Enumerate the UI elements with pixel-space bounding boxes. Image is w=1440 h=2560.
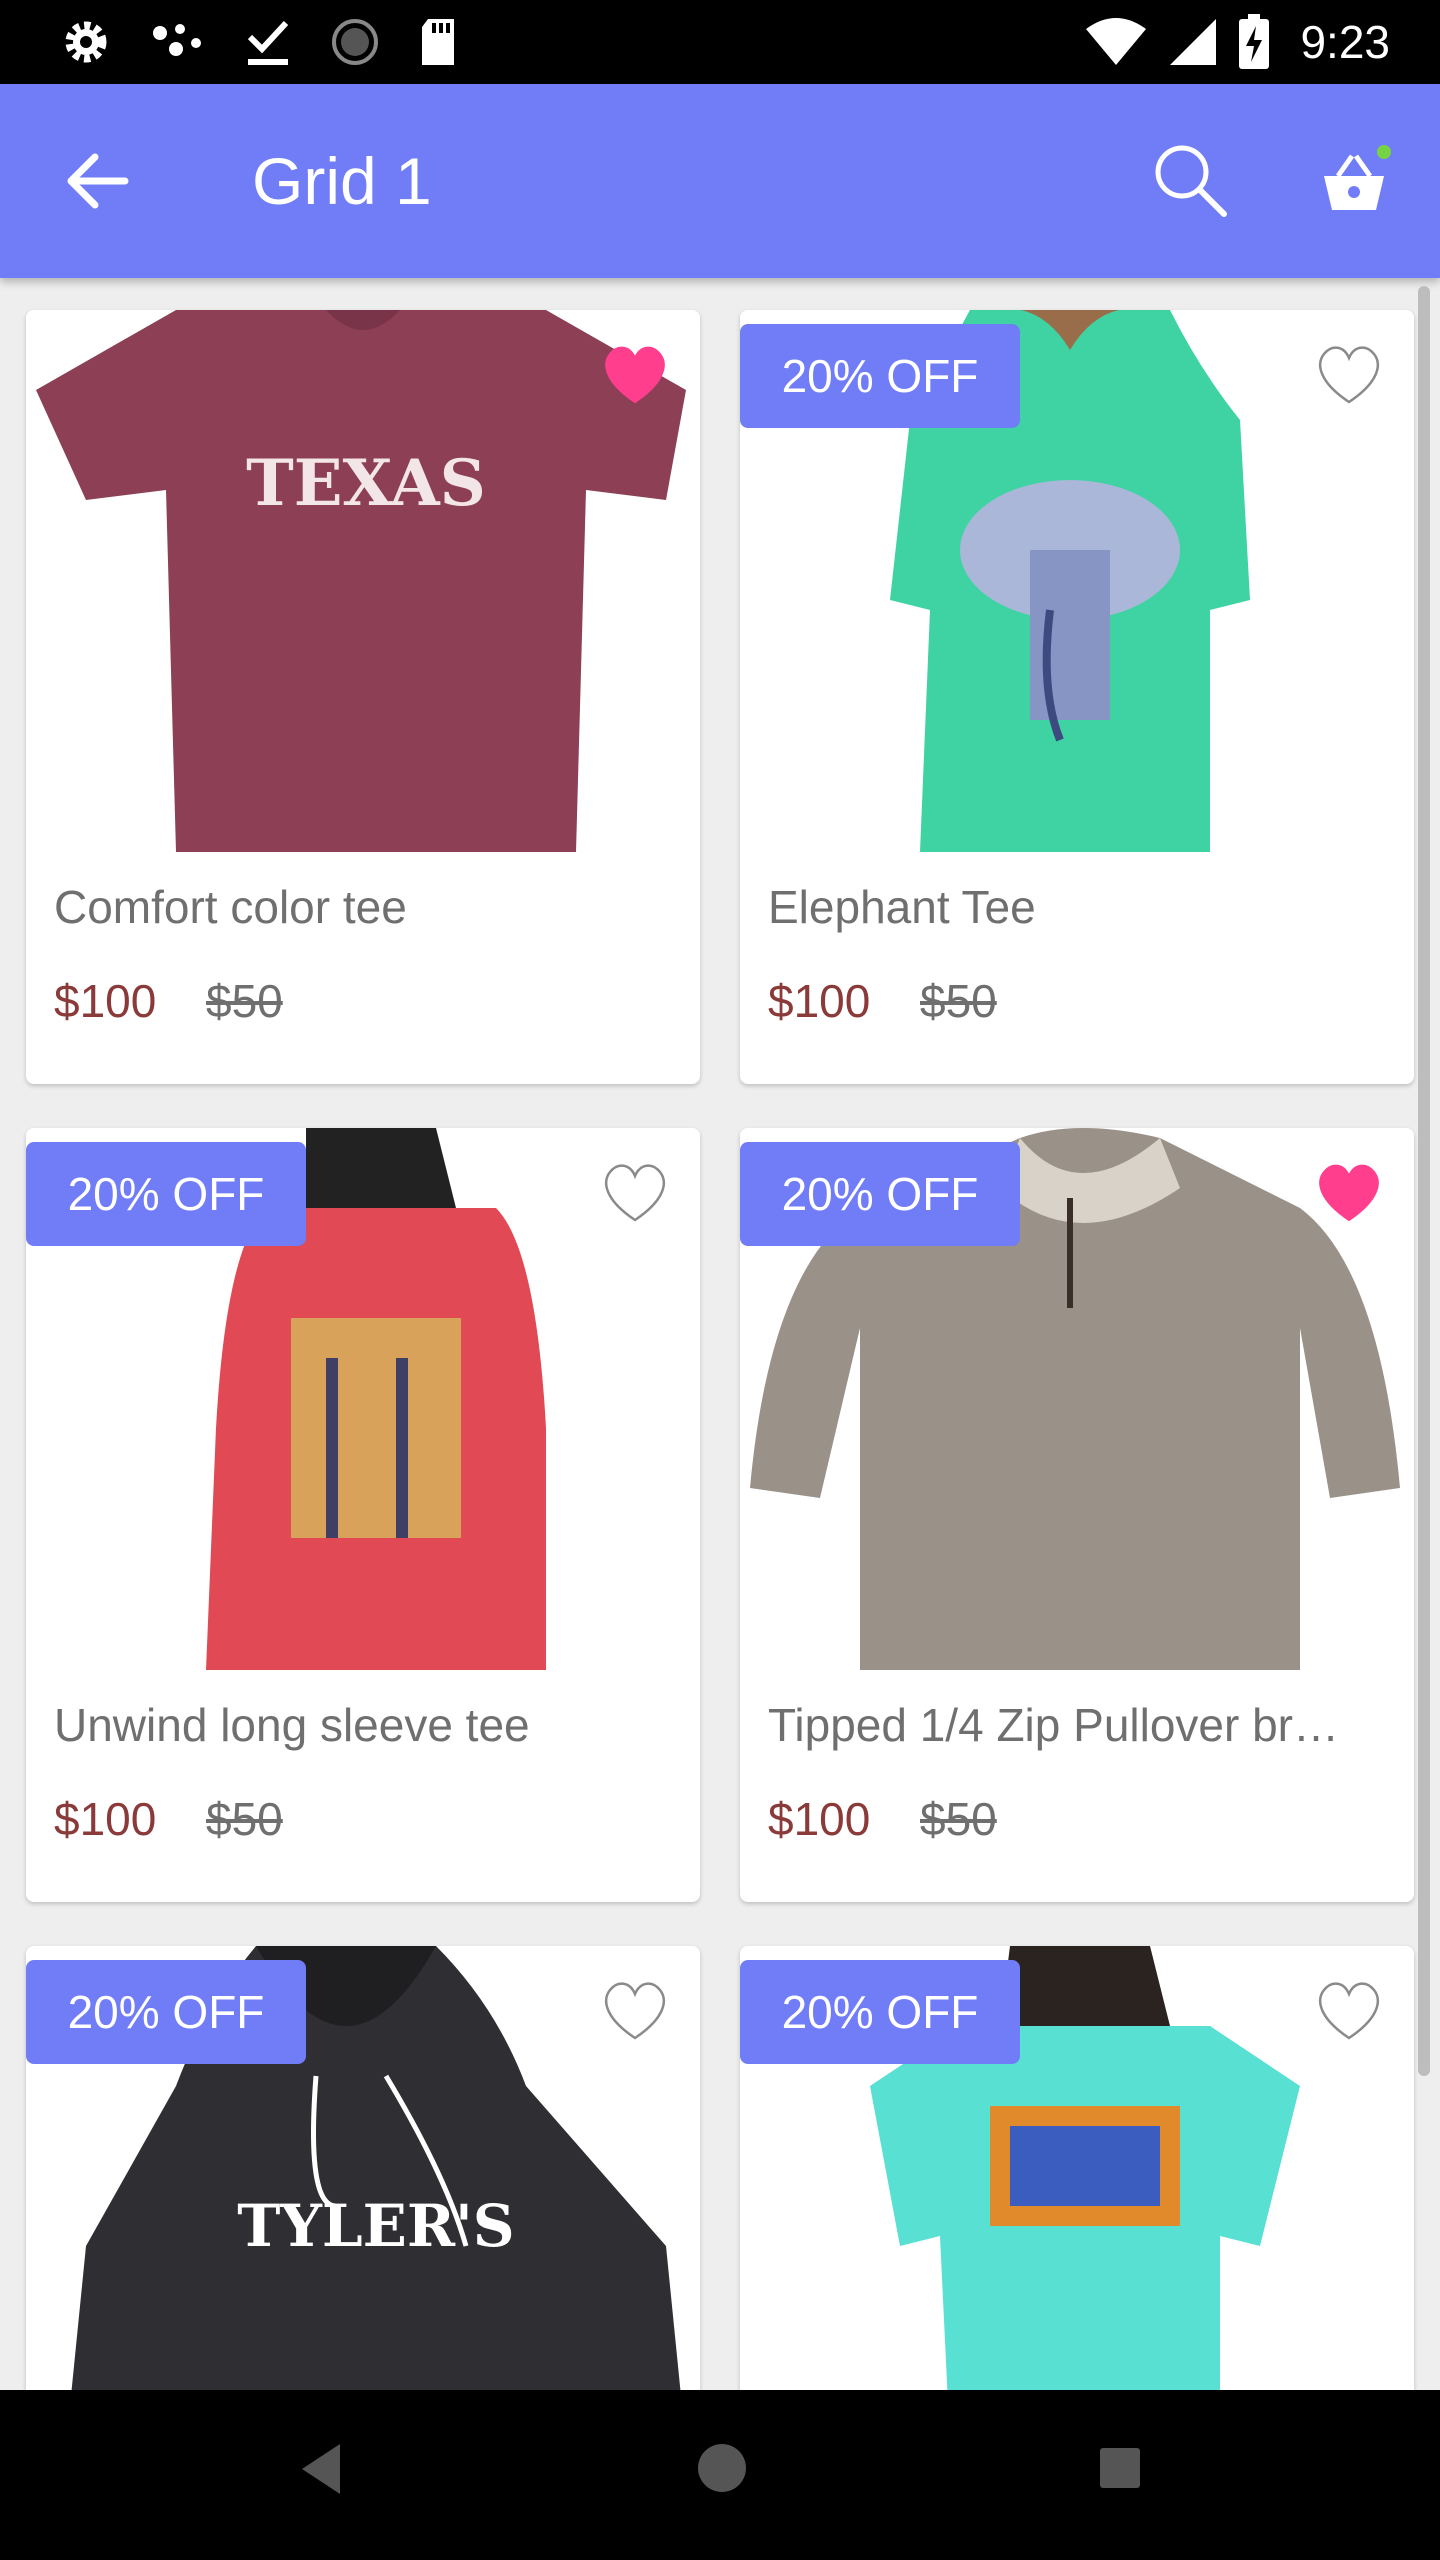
signal-icon [1170, 19, 1217, 65]
arrow-back-icon [67, 153, 129, 209]
product-old-price: $50 [920, 975, 997, 1027]
status-time: 9:23 [1300, 16, 1390, 68]
cart-button[interactable] [1320, 144, 1394, 218]
discount-badge: 20% OFF [740, 1142, 1020, 1246]
product-name: Comfort color tee [54, 881, 407, 933]
settings-icon [65, 21, 107, 63]
product-name: Elephant Tee [768, 881, 1036, 933]
wifi-icon [1086, 18, 1147, 65]
product-card[interactable]: TYLER'S 20% OFF [26, 1946, 700, 2446]
product-card[interactable]: 20% OFF Elephant Tee $100 $50 [740, 310, 1414, 1084]
product-card[interactable]: 20% OFF Unwind long sleeve tee $100 $50 [26, 1128, 700, 1902]
download-done-icon [247, 20, 289, 65]
app-bar: Grid 1 [0, 84, 1440, 278]
product-card[interactable]: 20% OFF [740, 1946, 1414, 2446]
page-title: Grid 1 [252, 144, 432, 218]
product-name: Tipped 1/4 Zip Pullover br… [768, 1699, 1340, 1751]
product-grid: TEXAS Comfort color tee $100 $50 20% OFF… [26, 310, 1414, 2446]
favorite-heart-icon[interactable] [1314, 1158, 1384, 1228]
favorite-heart-icon[interactable] [1314, 340, 1384, 410]
nav-home-icon[interactable] [694, 2440, 750, 2496]
product-price: $100 [768, 975, 871, 1027]
discount-badge: 20% OFF [26, 1142, 306, 1246]
sd-card-icon [422, 19, 454, 65]
favorite-heart-icon[interactable] [600, 1976, 670, 2046]
tee-print-text: TEXAS [246, 446, 486, 521]
status-bar: 9:23 [0, 0, 1440, 84]
nav-recent-icon[interactable] [1096, 2444, 1144, 2492]
product-price: $100 [54, 1793, 157, 1845]
nav-back-icon[interactable] [296, 2440, 346, 2498]
hoodie-print-text: TYLER'S [237, 2192, 514, 2260]
favorite-heart-icon[interactable] [1314, 1976, 1384, 2046]
product-old-price: $50 [920, 1793, 997, 1845]
favorite-heart-icon[interactable] [600, 340, 670, 410]
dots-icon [153, 24, 201, 56]
scrollbar[interactable] [1418, 286, 1430, 2076]
search-icon [1155, 145, 1227, 217]
favorite-heart-icon[interactable] [600, 1158, 670, 1228]
search-button[interactable] [1150, 140, 1230, 220]
product-old-price: $50 [206, 1793, 283, 1845]
loading-icon [332, 19, 378, 65]
system-nav-bar [0, 2390, 1440, 2560]
product-image: TEXAS [26, 310, 700, 852]
product-card[interactable]: 20% OFF Tipped 1/4 Zip Pullover br… $100… [740, 1128, 1414, 1902]
battery-charging-icon [1239, 14, 1270, 69]
product-old-price: $50 [206, 975, 283, 1027]
product-price: $100 [54, 975, 157, 1027]
discount-badge: 20% OFF [740, 1960, 1020, 2064]
product-card[interactable]: TEXAS Comfort color tee $100 $50 [26, 310, 700, 1084]
status-icons-left [60, 14, 458, 70]
back-button[interactable] [60, 144, 134, 218]
discount-badge: 20% OFF [740, 324, 1020, 428]
product-price: $100 [768, 1793, 871, 1845]
discount-badge: 20% OFF [26, 1960, 306, 2064]
basket-icon [1324, 145, 1391, 210]
status-icons-right: 9:23 [1084, 14, 1390, 70]
product-name: Unwind long sleeve tee [54, 1699, 530, 1751]
